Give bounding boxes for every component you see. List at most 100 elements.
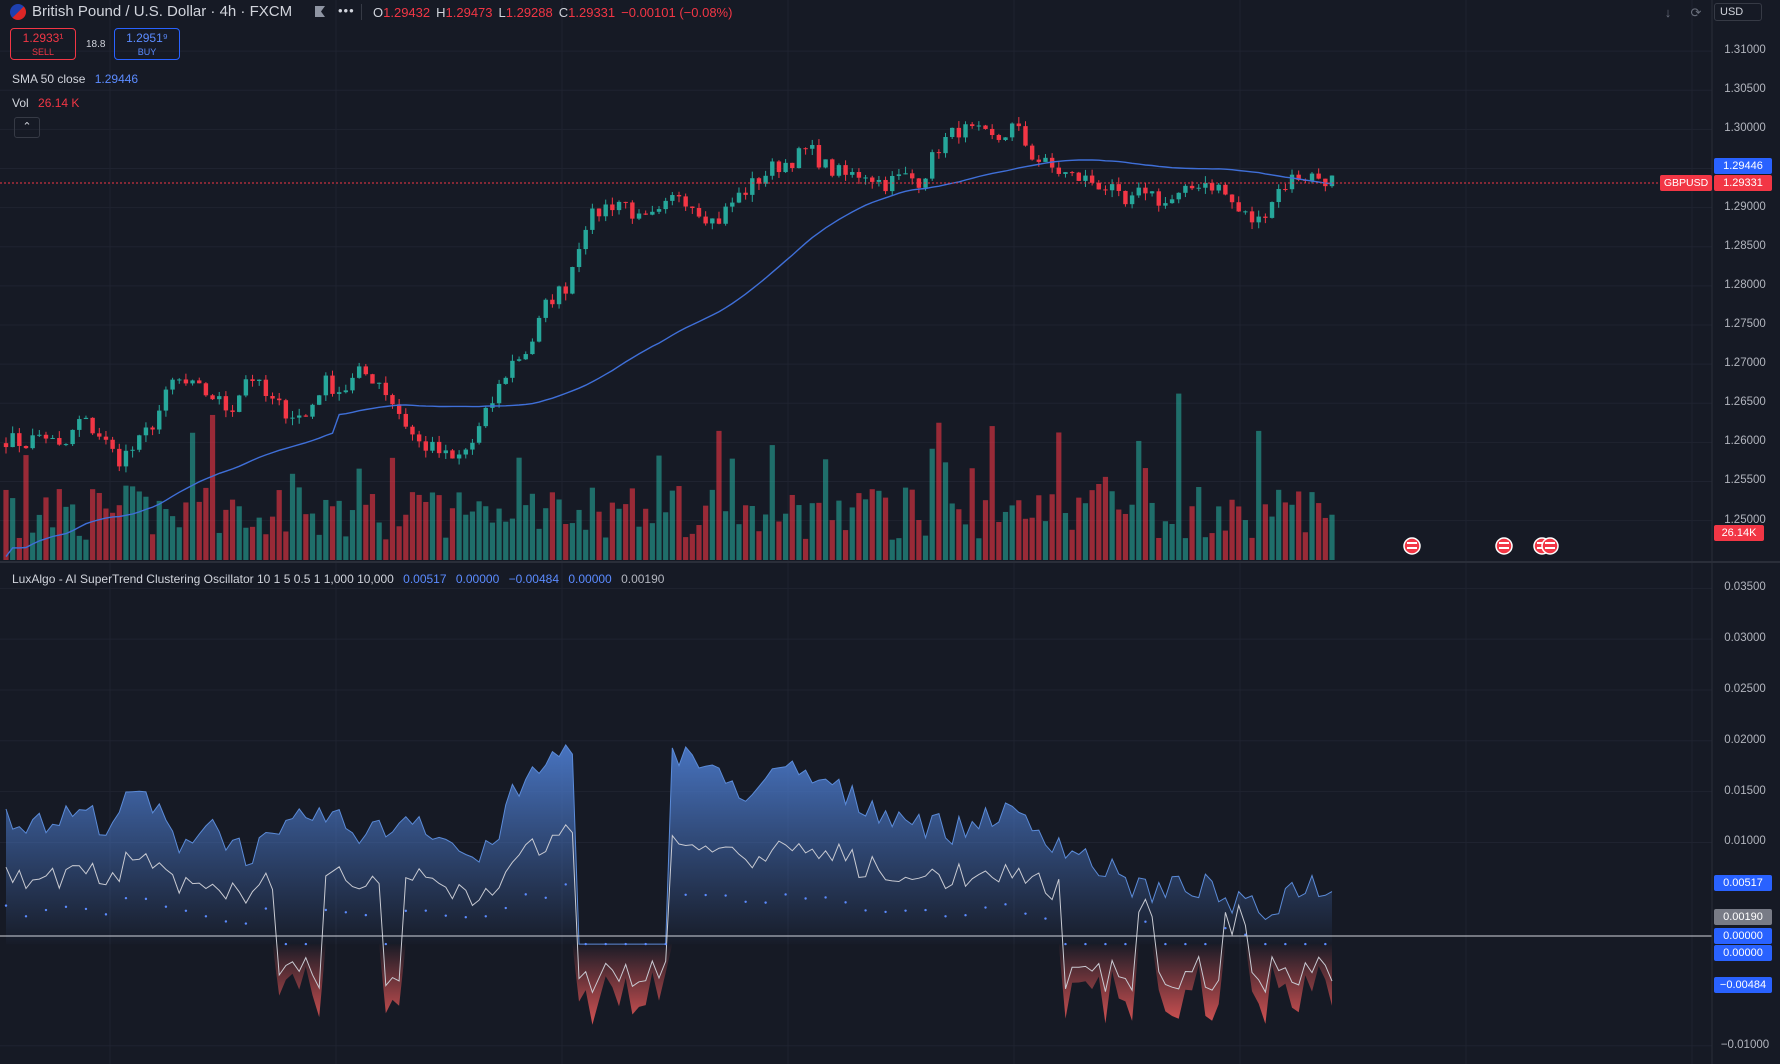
volume-bar — [56, 489, 62, 560]
volume-bar — [1176, 393, 1182, 560]
collapse-legend-button[interactable]: ⌃ — [14, 117, 40, 138]
volume-bar — [1129, 504, 1135, 560]
signal-dot — [744, 900, 747, 903]
us-flag-event-icon — [1541, 537, 1559, 555]
volume-bar — [156, 500, 162, 560]
candle-body — [263, 379, 269, 397]
symbol-tag: GBPUSD — [1660, 175, 1712, 191]
volume-bar — [216, 532, 222, 560]
sell-price: 1.2933¹ — [22, 31, 64, 45]
candle-body — [983, 125, 988, 129]
candle-body — [103, 436, 109, 440]
more-icon[interactable]: ••• — [338, 3, 355, 18]
volume-bar — [223, 509, 229, 560]
volume-bar — [916, 520, 922, 560]
sell-button[interactable]: 1.2933¹ SELL — [10, 28, 76, 60]
candle-body — [1196, 187, 1201, 189]
volume-bar — [429, 492, 436, 560]
price-tick-label: 1.27000 — [1724, 357, 1766, 370]
candle-body — [470, 442, 475, 450]
volume-bar — [463, 514, 469, 560]
signal-dot — [1304, 942, 1307, 946]
price-tick-label: 1.26500 — [1724, 396, 1766, 409]
candle-body — [17, 433, 22, 446]
ohlc-value: −0.00101 (−0.08%) — [621, 5, 733, 20]
ohlc-value: 1.29288 — [505, 5, 553, 20]
osc-tick-label: 0.03000 — [1724, 632, 1766, 645]
volume-bar — [349, 510, 356, 560]
volume-bar — [1189, 506, 1195, 560]
event-stripe — [1407, 547, 1417, 549]
symbol-title[interactable]: British Pound / U.S. Dollar · 4h · FXCM — [32, 3, 292, 20]
candle-body — [463, 449, 468, 455]
candle-body — [810, 145, 815, 149]
volume-bar — [336, 500, 342, 560]
signal-dot — [704, 893, 707, 897]
volume-bar — [309, 513, 316, 560]
volume-bar — [589, 487, 595, 560]
sma-legend[interactable]: SMA 50 close 1.29446 — [12, 72, 138, 86]
signal-dot — [1184, 942, 1187, 946]
arrow-down-icon[interactable]: ↓ — [1660, 5, 1676, 21]
chart-canvas[interactable] — [0, 0, 1780, 1064]
volume-bar — [329, 506, 336, 560]
chart-header: British Pound / U.S. Dollar · 4h · FXCM … — [0, 0, 1780, 24]
oscillator-legend[interactable]: LuxAlgo - AI SuperTrend Clustering Oscil… — [12, 572, 664, 586]
candle-body — [616, 201, 622, 211]
candle-body — [716, 218, 722, 224]
volume-bars — [3, 393, 1335, 560]
volume-bar — [1229, 499, 1235, 560]
economic-events[interactable] — [1403, 537, 1559, 555]
signal-dot — [904, 909, 907, 912]
candle-body — [743, 192, 748, 195]
volume-bar — [389, 457, 396, 560]
candle-body — [163, 389, 169, 411]
refresh-icon[interactable]: ⟳ — [1688, 5, 1704, 21]
price-tick-label: 1.31000 — [1724, 44, 1766, 57]
price-tick-label: 1.30500 — [1724, 83, 1766, 96]
volume-bar — [1182, 538, 1189, 560]
volume-bar — [1269, 516, 1275, 560]
currency-selector[interactable]: USD — [1714, 3, 1762, 21]
buy-button[interactable]: 1.2951⁹ BUY — [114, 28, 180, 60]
volume-bar — [1309, 492, 1315, 560]
volume-bar — [43, 497, 49, 560]
signal-dot — [584, 942, 587, 946]
candle-body — [143, 427, 149, 436]
candle-body — [183, 379, 189, 384]
candle-body — [1169, 199, 1175, 204]
candle-body — [969, 124, 975, 127]
volume-legend[interactable]: Vol 26.14 K — [12, 96, 79, 110]
candle-body — [223, 396, 229, 411]
candle-body — [1123, 190, 1128, 205]
signal-dot — [1044, 917, 1047, 920]
candle-body — [676, 195, 682, 197]
volume-bar — [789, 494, 795, 560]
volume-name: Vol — [12, 96, 29, 110]
volume-bar — [443, 537, 449, 560]
signal-dot — [204, 915, 208, 918]
osc-value-4: 0.00000 — [568, 572, 612, 586]
candle-body — [590, 208, 595, 230]
volume-bar — [1142, 468, 1149, 560]
candle-body — [403, 413, 408, 427]
volume-bar — [1089, 490, 1095, 560]
signal-dot — [564, 883, 567, 886]
candle-body — [203, 383, 209, 396]
volume-bar — [796, 505, 802, 560]
flag-marker-icon[interactable] — [315, 6, 325, 17]
price-tick-label: 1.28500 — [1724, 239, 1766, 252]
volume-tag: 26.14K — [1714, 525, 1764, 541]
candle-body — [23, 445, 29, 449]
signal-dot — [64, 905, 68, 909]
signal-dot — [984, 906, 987, 909]
price-tick-label: 1.25500 — [1724, 474, 1766, 487]
volume-bar — [1029, 517, 1035, 560]
ohlc-key: H — [436, 5, 446, 20]
volume-bar — [303, 514, 309, 560]
volume-bar — [1156, 537, 1162, 560]
event-stripe — [1407, 542, 1417, 544]
signal-dot — [404, 909, 407, 913]
volume-bar — [1102, 476, 1109, 560]
volume-bar — [1109, 491, 1115, 560]
